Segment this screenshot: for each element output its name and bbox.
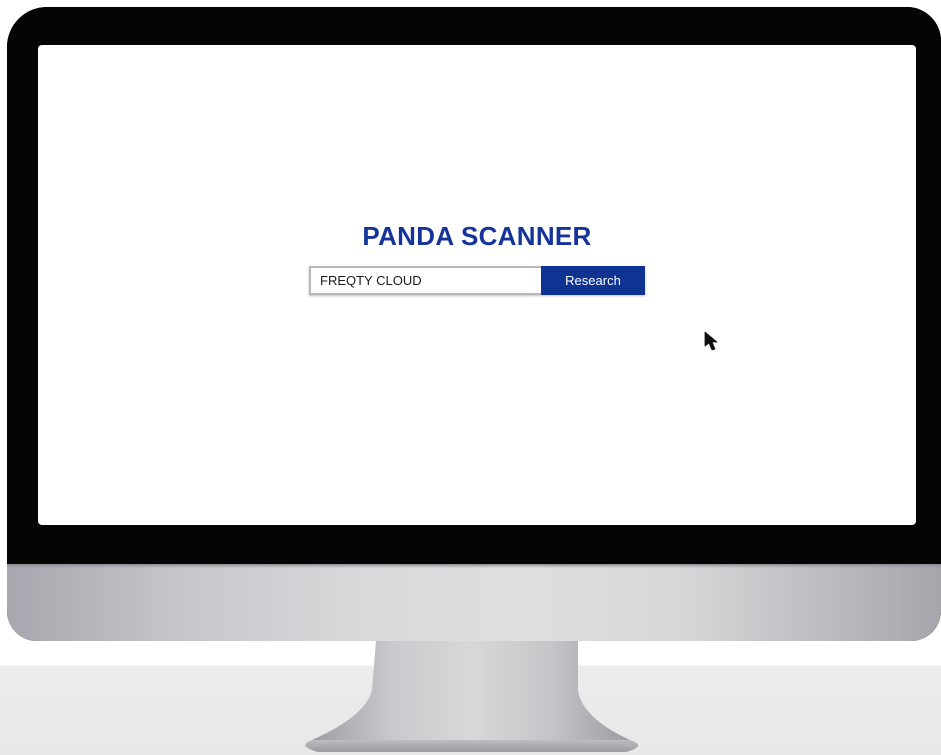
monitor-chin xyxy=(7,564,941,641)
monitor: PANDA SCANNER Research xyxy=(7,7,941,641)
desk-scene: PANDA SCANNER Research xyxy=(0,0,941,755)
screen: PANDA SCANNER Research xyxy=(38,45,916,525)
monitor-bezel: PANDA SCANNER Research xyxy=(7,7,941,564)
search-bar: Research xyxy=(309,266,645,295)
page-title: PANDA SCANNER xyxy=(362,221,592,251)
search-input[interactable] xyxy=(309,266,541,295)
mouse-pointer-icon xyxy=(704,331,718,351)
research-button[interactable]: Research xyxy=(541,266,645,295)
